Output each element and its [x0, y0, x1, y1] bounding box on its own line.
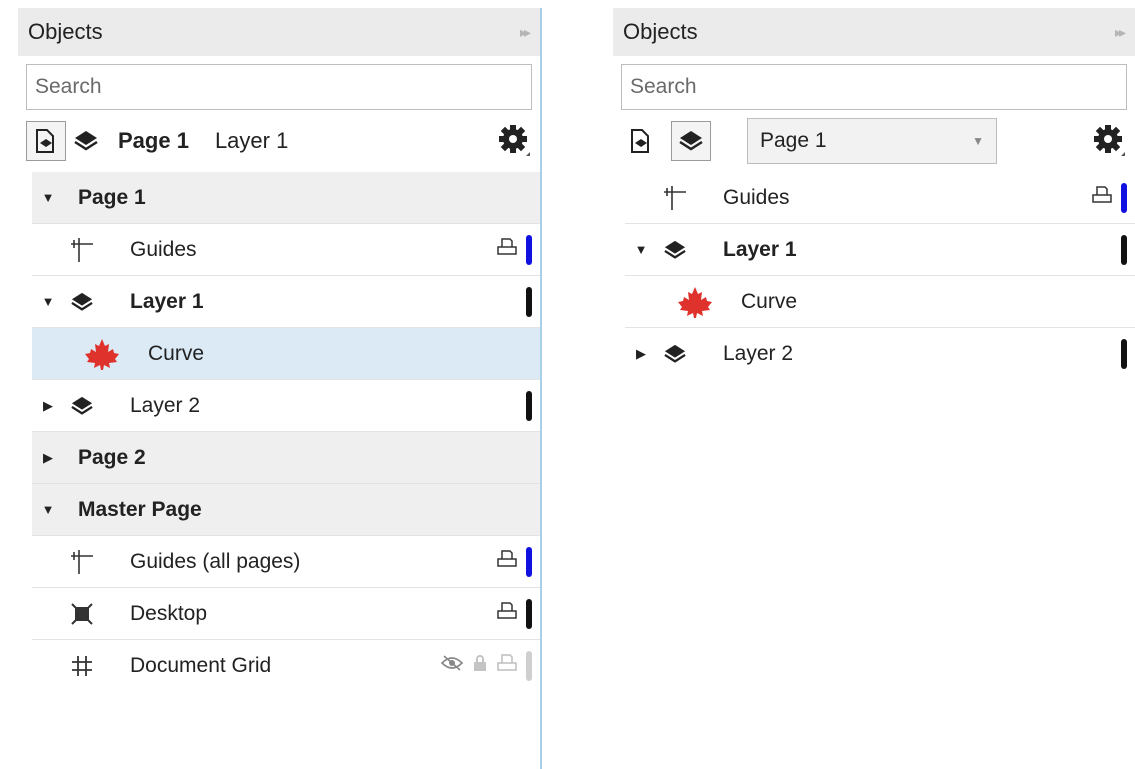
- object-tree: ▼ Page 1 Guides ▼ Layer 1 Curve ▶ Layer …: [32, 172, 540, 692]
- guides-color-bar: [526, 234, 532, 265]
- guides-icon: [657, 183, 693, 213]
- grid-color-bar: [526, 651, 532, 681]
- tree-row-label: Curve: [741, 289, 798, 313]
- maple-leaf-icon: [84, 338, 120, 370]
- current-layer-label: Layer 1: [214, 128, 289, 153]
- tree-row-label: Layer 2: [723, 342, 794, 365]
- tree-row-label: Master Page: [78, 497, 202, 521]
- layer-color-bar: [1121, 339, 1127, 369]
- printer-icon[interactable]: [496, 549, 518, 575]
- printer-icon[interactable]: [496, 237, 518, 263]
- tree-row-label: Guides (all pages): [130, 549, 301, 573]
- guides-color-bar: [1121, 182, 1127, 213]
- page-select-dropdown[interactable]: Page 1 ▼: [747, 118, 997, 164]
- page-view-icon: [36, 129, 54, 153]
- printer-icon[interactable]: [496, 653, 518, 679]
- layers-icon: [679, 131, 703, 151]
- tree-row-page-1[interactable]: ▼ Page 1: [32, 172, 540, 224]
- layers-icon: [64, 287, 100, 317]
- layer-color-bar: [1121, 234, 1127, 265]
- panel-title-bar: Objects ▸▸: [613, 8, 1135, 56]
- tree-row-desktop[interactable]: Desktop: [32, 588, 540, 640]
- tree-row-guides[interactable]: Guides: [32, 224, 540, 276]
- panel-title: Objects: [623, 19, 698, 44]
- tree-row-layer-1[interactable]: ▼ Layer 1: [32, 276, 540, 328]
- layers-icon: [74, 131, 98, 151]
- printer-icon[interactable]: [496, 601, 518, 627]
- layer-color-bar: [526, 598, 532, 629]
- printer-icon[interactable]: [1091, 185, 1113, 211]
- tree-row-guides-all-pages[interactable]: Guides (all pages): [32, 536, 540, 588]
- layer-color-bar: [526, 390, 532, 421]
- collapse-arrow-icon[interactable]: ▼: [625, 242, 657, 257]
- tree-row-label: Layer 1: [723, 237, 797, 261]
- tree-row-label: Guides: [723, 185, 790, 209]
- layers-icon: [657, 235, 693, 265]
- tree-row-label: Page 1: [78, 185, 146, 209]
- search-input[interactable]: Search: [26, 64, 532, 110]
- expand-arrow-icon[interactable]: ▶: [32, 398, 64, 414]
- tree-row-curve[interactable]: Curve: [32, 328, 540, 380]
- desktop-icon: [64, 599, 100, 629]
- tree-row-guides[interactable]: Guides: [625, 172, 1135, 224]
- layer-view-button[interactable]: [66, 121, 106, 161]
- objects-toolbar: Page 1 Layer 1: [18, 110, 540, 172]
- settings-gear-icon[interactable]: [496, 122, 532, 163]
- tree-row-page-2[interactable]: ▶ Page 2: [32, 432, 540, 484]
- collapse-arrow-icon[interactable]: ▼: [32, 190, 64, 205]
- tree-row-layer-2[interactable]: ▶ Layer 2: [625, 328, 1135, 380]
- tree-row-label: Guides: [130, 237, 197, 261]
- expand-arrow-icon[interactable]: ▶: [625, 346, 657, 362]
- settings-gear-icon[interactable]: [1091, 122, 1127, 163]
- layers-icon: [64, 391, 100, 421]
- expand-panel-icon[interactable]: ▸▸: [520, 24, 531, 41]
- tree-row-layer-2[interactable]: ▶ Layer 2: [32, 380, 540, 432]
- layers-icon: [657, 339, 693, 369]
- expand-panel-icon[interactable]: ▸▸: [1115, 24, 1126, 41]
- tree-row-label: Layer 1: [130, 289, 204, 313]
- grid-icon: [64, 651, 100, 681]
- hidden-eye-icon[interactable]: [440, 654, 464, 678]
- page-view-button[interactable]: [621, 121, 661, 161]
- dropdown-value: Page 1: [760, 129, 827, 152]
- lock-icon[interactable]: [472, 653, 488, 679]
- guides-icon: [64, 235, 100, 265]
- chevron-down-icon: ▼: [972, 134, 984, 148]
- tree-row-label: Document Grid: [130, 654, 272, 677]
- objects-panel-right: Objects ▸▸ Search Page 1 ▼ Guides ▼ Laye…: [613, 8, 1135, 423]
- guides-color-bar: [526, 546, 532, 577]
- page-view-button[interactable]: [26, 121, 66, 161]
- current-page-label: Page 1: [118, 128, 189, 153]
- panel-title: Objects: [28, 19, 103, 44]
- tree-row-label: Page 2: [78, 445, 146, 469]
- collapse-arrow-icon[interactable]: ▼: [32, 294, 64, 309]
- page-view-icon: [631, 129, 649, 153]
- tree-row-layer-1[interactable]: ▼ Layer 1: [625, 224, 1135, 276]
- search-input[interactable]: Search: [621, 64, 1127, 110]
- tree-row-document-grid[interactable]: Document Grid: [32, 640, 540, 692]
- objects-panel-left: Objects ▸▸ Search Page 1 Layer 1 ▼ Page …: [18, 8, 542, 769]
- expand-arrow-icon[interactable]: ▶: [32, 450, 64, 466]
- object-tree: Guides ▼ Layer 1 Curve ▶ Layer 2: [625, 172, 1135, 380]
- tree-row-curve[interactable]: Curve: [625, 276, 1135, 328]
- tree-row-label: Layer 2: [130, 393, 201, 417]
- layer-color-bar: [526, 286, 532, 317]
- tree-row-label: Curve: [148, 341, 205, 365]
- tree-row-master-page[interactable]: ▼ Master Page: [32, 484, 540, 536]
- panel-title-bar: Objects ▸▸: [18, 8, 540, 56]
- layer-view-button[interactable]: [671, 121, 711, 161]
- guides-icon: [64, 547, 100, 577]
- objects-toolbar: Page 1 ▼: [613, 110, 1135, 172]
- maple-leaf-icon: [677, 286, 713, 318]
- collapse-arrow-icon[interactable]: ▼: [32, 502, 64, 517]
- tree-row-label: Desktop: [130, 601, 208, 625]
